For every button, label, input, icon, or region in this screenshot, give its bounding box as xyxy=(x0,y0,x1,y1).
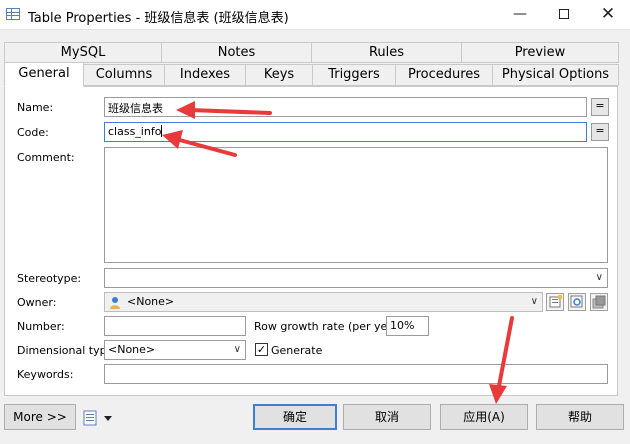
tab-procedures[interactable]: Procedures xyxy=(395,64,493,86)
title-bar: Table Properties - 班级信息表 (班级信息表) — ✕ xyxy=(0,0,630,30)
comment-label: Comment: xyxy=(17,151,75,164)
maximize-button[interactable] xyxy=(542,0,586,30)
tab-physical-options[interactable]: Physical Options xyxy=(492,64,619,86)
stereotype-label: Stereotype: xyxy=(17,272,82,285)
browse-icon[interactable] xyxy=(568,293,586,311)
keywords-field[interactable] xyxy=(104,364,608,384)
owner-value: <None> xyxy=(127,295,175,308)
owner-label: Owner: xyxy=(17,296,57,309)
name-equals-button[interactable]: = xyxy=(591,98,609,116)
name-label: Name: xyxy=(17,101,54,114)
printer-icon xyxy=(83,410,112,426)
generate-checkbox[interactable]: ✓ xyxy=(255,343,268,356)
window-title: Table Properties - 班级信息表 (班级信息表) xyxy=(28,11,289,26)
dimensional-type-dropdown[interactable]: <None> ∨ xyxy=(104,340,246,360)
row-growth-label: Row growth rate (per year): xyxy=(254,320,407,333)
name-value: 班级信息表 xyxy=(108,102,163,115)
close-button[interactable]: ✕ xyxy=(586,0,630,30)
more-button[interactable]: More >> xyxy=(4,404,76,430)
stereotype-dropdown[interactable]: ∨ xyxy=(104,268,608,288)
minimize-button[interactable]: — xyxy=(498,0,542,30)
dialog-body: MySQL Notes Rules Preview General Column… xyxy=(0,30,630,444)
help-button[interactable]: 帮助 xyxy=(536,404,624,430)
tab-columns[interactable]: Columns xyxy=(83,64,165,86)
apply-button[interactable]: 应用(A) xyxy=(440,404,528,430)
row-growth-field[interactable]: 10% xyxy=(386,316,429,336)
name-field[interactable]: 班级信息表 xyxy=(104,97,587,117)
tab-preview[interactable]: Preview xyxy=(461,42,619,63)
code-value: class_info xyxy=(108,125,162,138)
tab-indexes[interactable]: Indexes xyxy=(164,64,246,86)
user-icon xyxy=(109,296,121,309)
code-field[interactable]: class_info xyxy=(104,122,587,142)
general-tab-panel: Name: 班级信息表 = Code: class_info = Comment… xyxy=(4,86,618,396)
number-field[interactable] xyxy=(104,316,246,336)
text-cursor xyxy=(161,125,163,137)
tab-notes[interactable]: Notes xyxy=(161,42,312,63)
comment-field[interactable] xyxy=(104,147,608,263)
number-label: Number: xyxy=(17,320,65,333)
tab-triggers[interactable]: Triggers xyxy=(312,64,396,86)
chevron-down-icon: ∨ xyxy=(233,344,241,355)
tab-general[interactable]: General xyxy=(4,62,84,87)
code-equals-button[interactable]: = xyxy=(591,123,609,141)
dimensional-type-label: Dimensional type: xyxy=(17,344,118,357)
keywords-label: Keywords: xyxy=(17,368,74,381)
code-label: Code: xyxy=(17,126,49,139)
tab-keys[interactable]: Keys xyxy=(245,64,313,86)
maximize-icon xyxy=(559,9,569,19)
table-icon xyxy=(6,8,20,20)
chevron-down-icon: ∨ xyxy=(595,272,603,283)
chevron-down-icon: ∨ xyxy=(530,296,538,307)
dimensional-type-value: <None> xyxy=(108,343,156,356)
ok-button[interactable]: 确定 xyxy=(253,404,337,430)
cancel-button[interactable]: 取消 xyxy=(343,404,431,430)
new-icon[interactable] xyxy=(590,293,608,311)
tab-rules[interactable]: Rules xyxy=(311,42,462,63)
generate-label: Generate xyxy=(271,344,323,357)
properties-icon[interactable] xyxy=(546,293,564,311)
print-menu-button[interactable] xyxy=(82,409,118,427)
owner-dropdown[interactable]: <None> ∨ xyxy=(104,292,543,312)
tab-mysql[interactable]: MySQL xyxy=(4,42,162,63)
